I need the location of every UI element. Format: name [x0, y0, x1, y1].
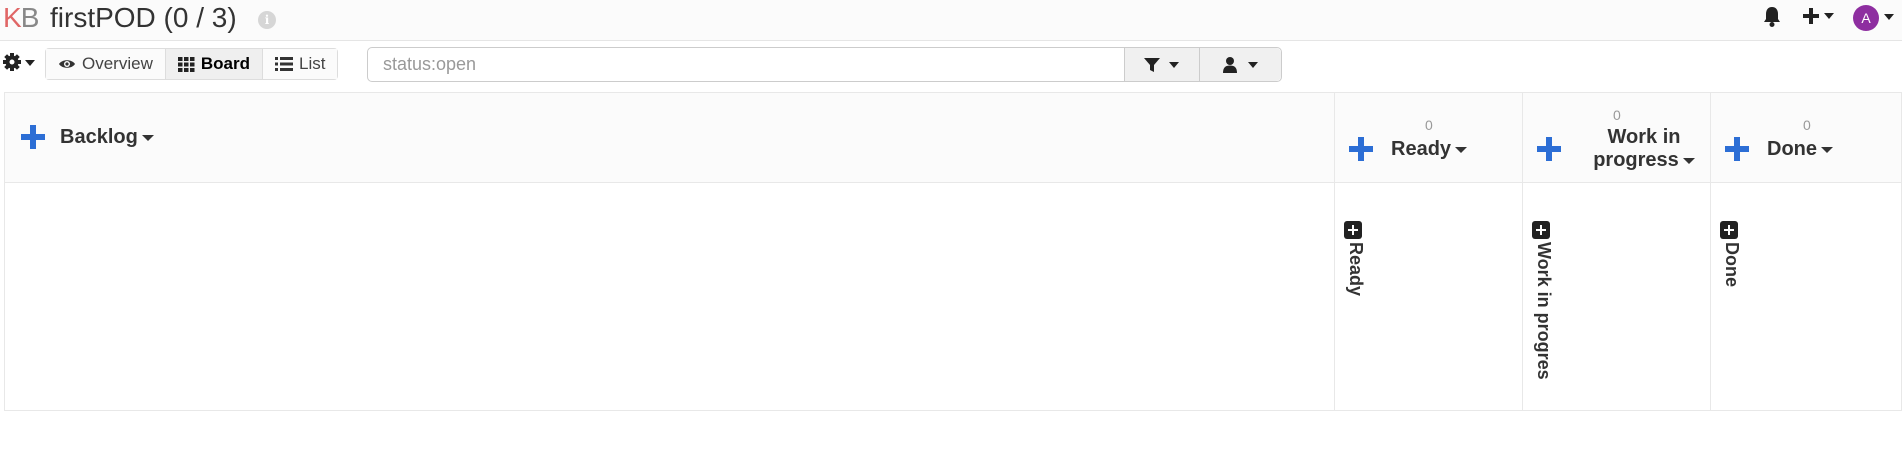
chevron-down-icon — [1821, 146, 1833, 153]
info-icon[interactable]: i — [258, 11, 276, 29]
task-count: 0 — [1425, 117, 1433, 133]
column-backlog: Backlog — [5, 93, 1335, 410]
create-menu-button[interactable] — [1802, 4, 1842, 30]
view-switcher: Overview Board List — [45, 48, 339, 80]
collapsed-column-label[interactable]: Work in progres — [1532, 221, 1554, 392]
column-header: Backlog — [5, 93, 1334, 183]
chevron-down-icon — [141, 134, 154, 141]
task-count: 0 — [1613, 107, 1621, 123]
add-task-plus-icon[interactable] — [1349, 137, 1373, 161]
column-body: Done — [1711, 183, 1901, 410]
column-title-menu[interactable]: Done — [1767, 138, 1833, 161]
add-task-square-icon[interactable] — [1720, 221, 1738, 239]
add-task-square-icon[interactable] — [1344, 221, 1362, 239]
view-list-button[interactable]: List — [262, 49, 338, 79]
header: KB firstPOD (0 / 3) i A — [0, 0, 1902, 41]
column-header: 0 Done — [1711, 93, 1901, 183]
column-ready: 0 Ready Ready — [1335, 93, 1523, 410]
collapsed-column-label[interactable]: Ready — [1344, 221, 1366, 296]
user-filter-dropdown-button[interactable] — [1199, 48, 1281, 81]
kanboard-logo[interactable]: KB — [3, 1, 39, 35]
view-overview-button[interactable]: Overview — [46, 49, 166, 79]
column-done: 0 Done Done — [1711, 93, 1901, 410]
task-count: 0 — [1803, 117, 1811, 133]
column-title-menu[interactable]: Ready — [1391, 138, 1468, 161]
add-task-plus-icon[interactable] — [21, 125, 45, 149]
search-input[interactable] — [368, 48, 1124, 81]
chevron-down-icon — [1455, 146, 1468, 153]
user-icon — [1222, 56, 1237, 73]
project-settings-button[interactable] — [2, 50, 38, 76]
column-header: 0 Ready — [1335, 93, 1522, 183]
page-title: firstPOD (0 / 3) — [50, 2, 237, 33]
column-header: 0 Work in progress — [1523, 93, 1710, 183]
column-body: Work in progres — [1523, 183, 1710, 410]
column-body: Ready — [1335, 183, 1522, 410]
grid-icon — [177, 56, 195, 72]
filter-icon — [1144, 57, 1160, 72]
eye-icon — [59, 60, 75, 68]
chevron-down-icon — [1169, 61, 1179, 68]
chevron-down-icon — [1247, 61, 1258, 68]
notifications-bell-icon[interactable] — [1762, 6, 1782, 28]
chevron-down-icon — [1682, 157, 1695, 164]
add-task-plus-icon[interactable] — [1537, 137, 1561, 161]
user-menu-button[interactable]: A — [1850, 4, 1900, 31]
column-title-menu[interactable]: Backlog — [60, 126, 154, 149]
add-task-plus-icon[interactable] — [1725, 137, 1749, 161]
column-body — [5, 183, 1334, 410]
add-task-square-icon[interactable] — [1532, 221, 1550, 239]
kanban-board: Backlog 0 Ready Ready 0 Work in progress… — [4, 92, 1902, 411]
list-icon — [274, 57, 293, 71]
column-work-in-progress: 0 Work in progress Work in progres — [1523, 93, 1711, 410]
view-board-button[interactable]: Board — [165, 49, 263, 79]
filter-dropdown-button[interactable] — [1124, 48, 1199, 81]
collapsed-column-label[interactable]: Done — [1720, 221, 1742, 287]
column-title-menu[interactable]: Work in progress — [1589, 126, 1699, 172]
search-filter — [367, 47, 1282, 82]
gear-icon — [3, 53, 35, 71]
